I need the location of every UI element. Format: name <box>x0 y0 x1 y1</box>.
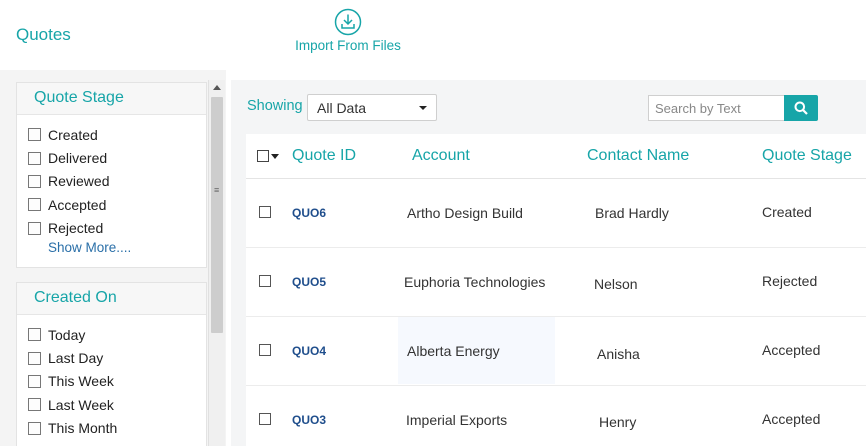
column-header-contact-name[interactable]: Contact Name <box>587 147 689 165</box>
download-icon <box>334 8 362 36</box>
panel-title-quote-stage: Quote Stage <box>17 83 206 115</box>
checkbox[interactable] <box>28 374 41 388</box>
row-checkbox[interactable] <box>259 344 271 356</box>
filter-item-delivered[interactable]: Delivered <box>28 146 206 169</box>
filter-item-last-day[interactable]: Last Day <box>28 346 206 369</box>
filter-item-accepted[interactable]: Accepted <box>28 193 206 216</box>
row-checkbox[interactable] <box>259 275 271 287</box>
select-all-checkbox[interactable] <box>257 150 269 162</box>
quote-id-link[interactable]: QUO5 <box>292 275 326 289</box>
quote-id-link[interactable]: QUO6 <box>292 206 326 220</box>
filter-label: This Month <box>48 420 118 437</box>
filter-label: Last Week <box>48 396 114 413</box>
row-divider <box>246 316 866 317</box>
search-icon <box>794 101 808 115</box>
filter-item-last-week[interactable]: Last Week <box>28 393 206 416</box>
app-header: Quotes Import From Files <box>0 0 866 70</box>
filter-label: Last Day <box>48 350 104 367</box>
contact-cell: Brad Hardly <box>595 205 669 221</box>
show-more-link[interactable]: Show More.... <box>48 240 206 255</box>
quote-id-link[interactable]: QUO4 <box>292 344 326 358</box>
search-input[interactable] <box>648 95 784 121</box>
import-label: Import From Files <box>295 38 401 53</box>
quote-id-link[interactable]: QUO3 <box>292 413 326 427</box>
column-header-quote-stage[interactable]: Quote Stage <box>762 147 852 165</box>
row-divider <box>246 385 866 386</box>
account-cell: Imperial Exports <box>406 412 508 428</box>
quote-stage-filter-panel: Quote Stage Created Delivered Reviewed A… <box>16 82 207 268</box>
checkbox[interactable] <box>28 174 41 188</box>
filter-label: Delivered <box>48 150 108 167</box>
checkbox[interactable] <box>28 151 41 165</box>
account-cell: Artho Design Build <box>407 205 523 221</box>
column-header-account[interactable]: Account <box>412 147 470 165</box>
search-button[interactable] <box>784 95 818 121</box>
checkbox[interactable] <box>28 221 41 235</box>
filter-item-rejected[interactable]: Rejected <box>28 217 206 240</box>
caret-down-icon <box>419 106 427 110</box>
account-cell: Alberta Energy <box>407 343 500 359</box>
checkbox[interactable] <box>28 398 41 412</box>
checkbox[interactable] <box>28 128 41 142</box>
filter-label: Today <box>48 326 86 343</box>
contact-cell: Nelson <box>594 276 638 292</box>
filter-item-reviewed[interactable]: Reviewed <box>28 170 206 193</box>
created-on-filter-panel: Created On Today Last Day This Week Last… <box>16 282 207 446</box>
filter-item-today[interactable]: Today <box>28 323 206 346</box>
grip-icon: ≡ <box>214 185 220 195</box>
quotes-table <box>246 134 866 446</box>
panel-title-created-on: Created On <box>17 283 206 315</box>
stage-cell: Accepted <box>762 411 821 427</box>
select-menu-caret-icon[interactable] <box>271 154 279 159</box>
checkbox[interactable] <box>28 328 41 342</box>
filter-label: Reviewed <box>48 173 110 190</box>
filter-label: Accepted <box>48 196 107 213</box>
filter-item-created[interactable]: Created <box>28 123 206 146</box>
row-checkbox[interactable] <box>259 206 271 218</box>
checkbox[interactable] <box>28 351 41 365</box>
account-cell: Euphoria Technologies <box>404 274 546 290</box>
contact-cell: Anisha <box>597 346 640 362</box>
row-divider <box>246 247 866 248</box>
scroll-up-arrow-icon[interactable] <box>213 85 221 90</box>
filter-label: Created <box>48 126 98 143</box>
header-divider <box>246 178 866 179</box>
filter-label: Rejected <box>48 220 104 237</box>
stage-cell: Rejected <box>762 273 818 289</box>
import-from-files-button[interactable]: Import From Files <box>285 8 411 58</box>
contact-cell: Henry <box>599 414 637 430</box>
filter-item-this-month[interactable]: This Month <box>28 417 206 440</box>
row-checkbox[interactable] <box>259 413 271 425</box>
scrollbar-thumb[interactable]: ≡ <box>211 97 223 333</box>
column-header-quote-id[interactable]: Quote ID <box>292 147 356 165</box>
sidebar-scrollbar[interactable]: ≡ <box>208 80 225 446</box>
data-filter-select[interactable]: All Data <box>307 94 437 121</box>
showing-label: Showing <box>247 98 303 114</box>
stage-cell: Created <box>762 204 812 220</box>
page-title: Quotes <box>16 25 71 44</box>
filter-item-this-week[interactable]: This Week <box>28 370 206 393</box>
stage-cell: Accepted <box>762 342 821 358</box>
filter-label: This Week <box>48 373 114 390</box>
data-filter-value: All Data <box>317 100 367 116</box>
checkbox[interactable] <box>28 198 41 212</box>
checkbox[interactable] <box>28 421 41 435</box>
